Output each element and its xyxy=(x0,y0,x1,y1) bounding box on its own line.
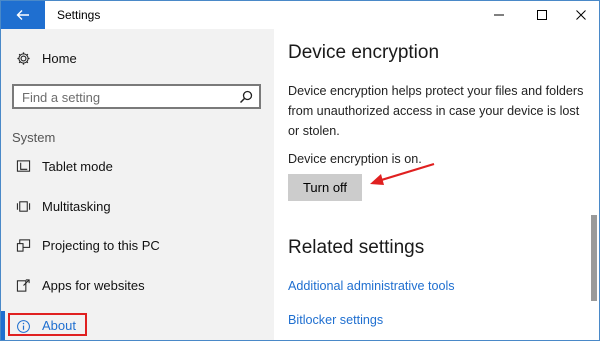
projecting-icon xyxy=(15,237,31,253)
page-title: Device encryption xyxy=(288,42,440,63)
sidebar-item-label: Projecting to this PC xyxy=(42,237,160,253)
main-content: Device encryption Device encryption help… xyxy=(274,29,599,340)
scrollbar-thumb[interactable] xyxy=(591,215,597,301)
maximize-button[interactable] xyxy=(524,1,560,29)
link-bitlocker-settings[interactable]: Bitlocker settings xyxy=(288,313,383,327)
description-text: Device encryption helps protect your fil… xyxy=(288,84,584,138)
sidebar-item-about[interactable]: About xyxy=(1,311,274,340)
sidebar-item-label: Multitasking xyxy=(42,198,111,214)
related-settings-title: Related settings xyxy=(288,237,425,258)
sidebar-item-label: Tablet mode xyxy=(42,158,113,174)
highlight-box xyxy=(8,313,87,336)
search-input[interactable]: Find a setting xyxy=(12,84,261,109)
multitasking-icon xyxy=(15,198,31,214)
sidebar-item-multitasking[interactable]: Multitasking xyxy=(1,189,274,223)
link-admin-tools[interactable]: Additional administrative tools xyxy=(288,279,455,293)
minimize-button[interactable] xyxy=(481,1,517,29)
sidebar-item-label: Apps for websites xyxy=(42,277,145,293)
search-placeholder: Find a setting xyxy=(22,90,101,105)
maximize-icon xyxy=(537,10,547,20)
minimize-icon xyxy=(494,14,504,16)
sidebar-item-tablet-mode[interactable]: Tablet mode xyxy=(1,149,274,183)
app-title: Settings xyxy=(57,8,101,22)
back-button[interactable] xyxy=(1,1,45,29)
search-icon[interactable] xyxy=(239,90,253,104)
sidebar-item-apps-for-websites[interactable]: Apps for websites xyxy=(1,268,274,302)
settings-window: Settings Home Find a setting System Tabl… xyxy=(0,0,600,341)
close-icon xyxy=(576,10,586,20)
tablet-mode-icon xyxy=(15,158,31,174)
apps-for-websites-icon xyxy=(15,277,31,293)
sidebar-item-home[interactable]: Home xyxy=(1,41,274,75)
back-arrow-icon xyxy=(16,10,29,20)
annotation-arrow-icon xyxy=(370,162,435,185)
close-button[interactable] xyxy=(563,1,599,29)
sidebar: Home Find a setting System Tablet mode M… xyxy=(1,29,274,340)
gear-icon xyxy=(15,50,31,66)
section-header: System xyxy=(12,130,56,145)
sidebar-item-projecting[interactable]: Projecting to this PC xyxy=(1,228,274,262)
title-bar: Settings xyxy=(1,1,599,29)
selection-indicator xyxy=(1,311,5,340)
sidebar-item-label: Home xyxy=(42,50,77,66)
turn-off-button[interactable]: Turn off xyxy=(288,174,362,201)
